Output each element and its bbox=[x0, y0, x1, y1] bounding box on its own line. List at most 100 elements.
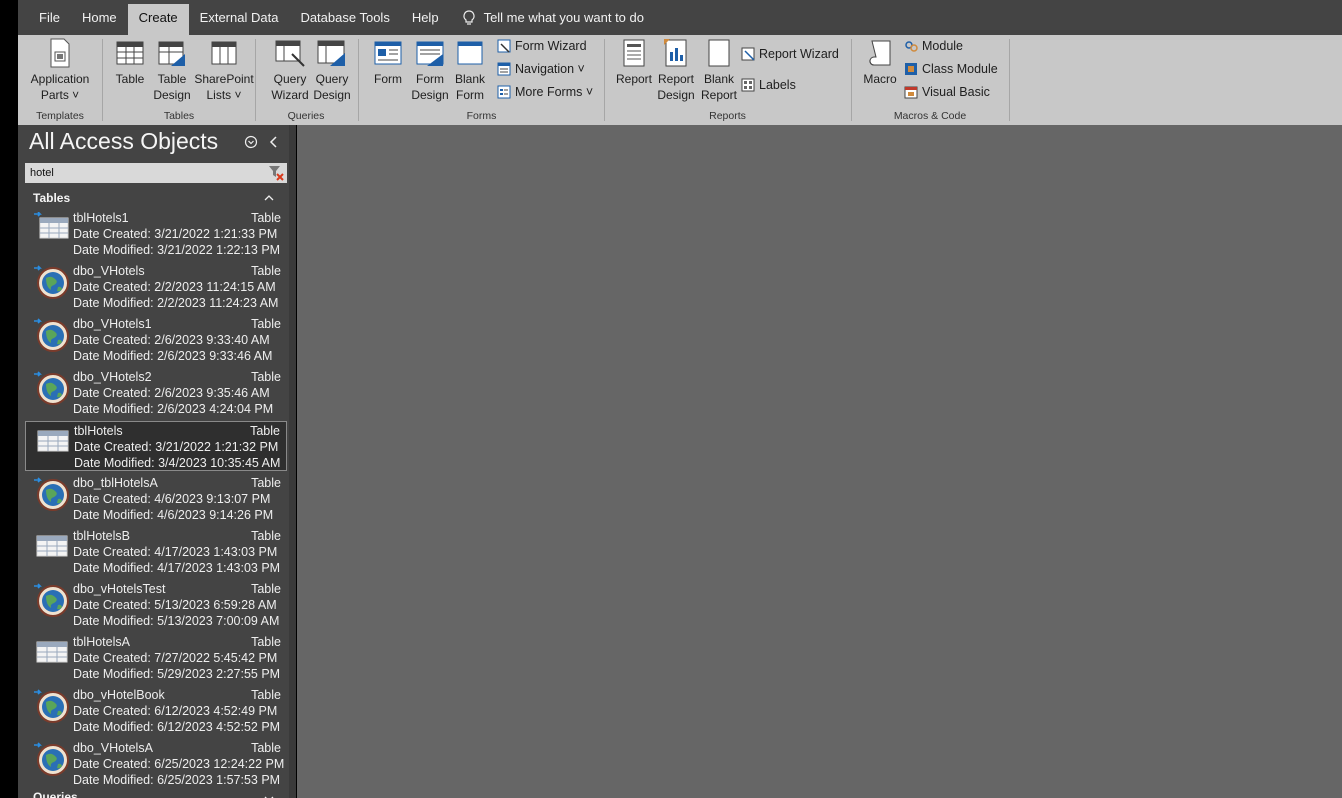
nav-object-item[interactable]: dbo_VHotelsA Table Date Created: 6/25/2023… bbox=[25, 739, 287, 789]
object-name: dbo_VHotels1 bbox=[73, 317, 152, 331]
search-input[interactable]: hotel bbox=[25, 163, 287, 183]
document-work-area bbox=[297, 125, 1342, 798]
form-label: Form bbox=[374, 72, 402, 86]
ribbon-divider bbox=[1009, 39, 1010, 121]
blank-form-icon bbox=[457, 41, 483, 65]
object-type: Table bbox=[251, 529, 281, 543]
object-type: Table bbox=[251, 635, 281, 649]
tell-me-box[interactable]: Tell me what you want to do bbox=[462, 9, 644, 26]
form-design-label-2: Design bbox=[411, 88, 449, 102]
navigation-pane: All Access Objects hotel Tables tblHotel… bbox=[18, 125, 295, 798]
object-type: Table bbox=[251, 582, 281, 596]
object-type: Table bbox=[251, 476, 281, 490]
table-button[interactable]: Table bbox=[113, 38, 147, 87]
nav-object-item[interactable]: dbo_VHotels Table Date Created: 2/2/2023 1… bbox=[25, 262, 287, 312]
collapse-chevron-icon[interactable] bbox=[263, 193, 275, 203]
query-design-label-1: Query bbox=[315, 72, 349, 86]
object-name: dbo_VHotels bbox=[73, 264, 145, 278]
application-parts-icon bbox=[50, 38, 70, 68]
labels-button[interactable]: Labels bbox=[741, 78, 796, 92]
nav-object-item[interactable]: dbo_vHotelBook Table Date Created: 6/12/20… bbox=[25, 686, 287, 736]
query-wizard-button[interactable]: Query Wizard bbox=[269, 38, 311, 103]
query-design-button[interactable]: Query Design bbox=[311, 38, 353, 103]
nav-object-item[interactable]: dbo_VHotels2 Table Date Created: 2/6/2023 … bbox=[25, 368, 287, 418]
odbc-globe-icon bbox=[34, 689, 69, 723]
nav-pane-splitter[interactable] bbox=[289, 125, 296, 798]
date-modified: Date Modified: 6/12/2023 4:52:52 PM bbox=[73, 720, 281, 734]
tab-create[interactable]: Create bbox=[127, 4, 189, 35]
expand-chevron-icon[interactable] bbox=[263, 794, 275, 798]
query-design-icon bbox=[317, 40, 345, 66]
odbc-globe-icon bbox=[34, 318, 69, 352]
tab-home[interactable]: Home bbox=[71, 2, 128, 33]
section-header-tables[interactable]: Tables bbox=[18, 189, 295, 207]
object-type: Table bbox=[251, 741, 281, 755]
date-created: Date Created: 2/2/2023 11:24:15 AM bbox=[73, 280, 276, 294]
date-modified: Date Modified: 5/13/2023 7:00:09 AM bbox=[73, 614, 280, 628]
application-parts-button[interactable]: Application Parts ˅ bbox=[28, 38, 92, 103]
lightbulb-icon bbox=[463, 9, 475, 25]
navigation-button[interactable]: Navigation ˅ bbox=[497, 62, 585, 76]
application-parts-label-2: Parts ˅ bbox=[40, 88, 80, 102]
date-modified: Date Modified: 4/17/2023 1:43:03 PM bbox=[73, 561, 281, 575]
report-design-button[interactable]: Report Design bbox=[655, 38, 697, 103]
sharepoint-lists-button[interactable]: SharePoint Lists ˅ bbox=[194, 38, 254, 103]
object-type: Table bbox=[251, 317, 281, 331]
nav-object-item[interactable]: tblHotels Table Date Created: 3/21/2022 1:… bbox=[25, 421, 287, 471]
group-queries: Query Wizard Query Design Queries bbox=[256, 35, 356, 125]
blank-report-button[interactable]: Blank Report bbox=[698, 38, 740, 103]
macro-label: Macro bbox=[863, 72, 897, 86]
form-design-button[interactable]: Form Design bbox=[411, 38, 449, 103]
table-design-button[interactable]: Table Design bbox=[152, 38, 192, 103]
tell-me-text: Tell me what you want to do bbox=[483, 10, 644, 25]
macro-button[interactable]: Macro bbox=[860, 38, 900, 87]
date-modified: Date Modified: 4/6/2023 9:14:26 PM bbox=[73, 508, 274, 522]
date-modified: Date Modified: 5/29/2023 2:27:55 PM bbox=[73, 667, 281, 681]
table-design-label-2: Design bbox=[153, 88, 191, 102]
visual-basic-label: Visual Basic bbox=[922, 85, 990, 99]
module-button[interactable]: Module bbox=[904, 39, 963, 53]
report-wizard-button[interactable]: Report Wizard bbox=[741, 47, 839, 61]
group-label-forms: Forms bbox=[466, 110, 497, 122]
nav-object-item[interactable]: dbo_VHotels1 Table Date Created: 2/6/2023 … bbox=[25, 315, 287, 365]
navigation-label: Navigation ˅ bbox=[515, 62, 585, 76]
nav-title: All Access Objects bbox=[29, 128, 219, 154]
report-button[interactable]: Report bbox=[613, 38, 655, 87]
visual-basic-button[interactable]: Visual Basic bbox=[904, 85, 990, 99]
date-modified: Date Modified: 6/25/2023 1:57:53 PM bbox=[73, 773, 281, 787]
nav-object-item[interactable]: dbo_tblHotelsA Table Date Created: 4/6/202… bbox=[25, 474, 287, 524]
tab-help[interactable]: Help bbox=[401, 2, 450, 33]
nav-object-item[interactable]: tblHotels1 Table Date Created: 3/21/2022 1… bbox=[25, 209, 287, 259]
class-module-button[interactable]: Class Module bbox=[904, 62, 998, 76]
table-label: Table bbox=[115, 72, 145, 86]
nav-menu-dropdown-icon[interactable] bbox=[244, 135, 258, 149]
tab-file[interactable]: File bbox=[18, 2, 71, 33]
date-created: Date Created: 6/25/2023 12:24:22 PM bbox=[73, 757, 285, 771]
object-name: dbo_VHotelsA bbox=[73, 741, 153, 755]
tab-database-tools[interactable]: Database Tools bbox=[289, 2, 400, 33]
group-templates: Application Parts ˅ Templates bbox=[18, 35, 102, 125]
blank-form-button[interactable]: Blank Form bbox=[452, 38, 488, 103]
form-wizard-button[interactable]: Form Wizard bbox=[497, 39, 587, 53]
search-input-value: hotel bbox=[30, 167, 54, 179]
nav-object-item[interactable]: tblHotelsB Table Date Created: 4/17/2023 1… bbox=[25, 527, 287, 577]
sharepoint-lists-icon bbox=[211, 41, 237, 65]
tab-external-data[interactable]: External Data bbox=[189, 2, 290, 33]
object-name: tblHotelsB bbox=[73, 529, 130, 543]
form-design-label-1: Form bbox=[416, 72, 444, 86]
blank-report-label-2: Report bbox=[700, 88, 738, 102]
table-icon bbox=[36, 535, 68, 557]
nav-object-item[interactable]: tblHotelsA Table Date Created: 7/27/2022 5… bbox=[25, 633, 287, 683]
section-header-queries[interactable]: Queries bbox=[18, 788, 295, 798]
date-created: Date Created: 3/21/2022 1:21:33 PM bbox=[73, 227, 278, 241]
more-forms-button[interactable]: More Forms ˅ bbox=[497, 85, 593, 99]
blank-form-label-2: Form bbox=[456, 88, 484, 102]
shutter-bar-close-icon[interactable] bbox=[269, 135, 279, 149]
module-label: Module bbox=[922, 39, 963, 53]
clear-filter-icon[interactable] bbox=[268, 165, 284, 181]
nav-object-item[interactable]: dbo_vHotelsTest Table Date Created: 5/13/2… bbox=[25, 580, 287, 630]
date-created: Date Created: 5/13/2023 6:59:28 AM bbox=[73, 598, 277, 612]
form-button[interactable]: Form bbox=[371, 38, 405, 87]
macro-icon bbox=[869, 40, 891, 66]
blank-report-icon bbox=[708, 39, 730, 67]
